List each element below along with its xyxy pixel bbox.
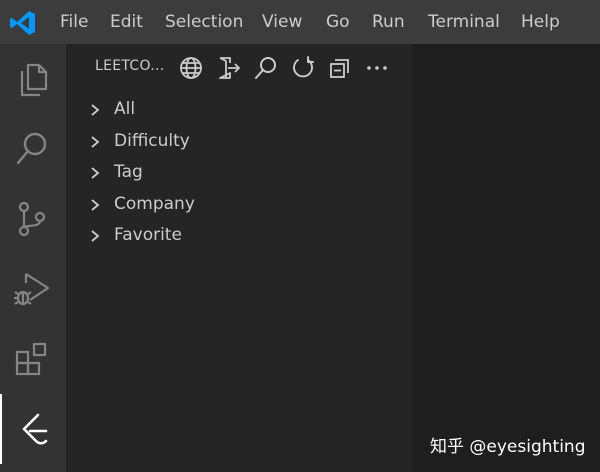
activity-explorer[interactable] [0,44,66,114]
sidebar-leetcode: LEETCO... All Difficulty Tag Company Fav… [66,44,412,472]
toolbar-search-button[interactable] [252,54,280,82]
collapse-all-icon [330,59,349,78]
menu-help[interactable]: Help [521,0,560,44]
files-icon [20,63,48,97]
tree-item-company[interactable]: Company [84,190,404,220]
title-bar: File Edit Selection View Go Run Terminal… [0,0,600,44]
toolbar-more-button[interactable] [363,54,391,82]
tree-item-favorite[interactable]: Favorite [84,221,404,251]
tree-item-label: Difficulty [114,131,190,151]
chevron-right-icon [91,199,100,211]
tree-item-label: Tag [114,162,143,182]
leetcode-icon [22,413,48,445]
toolbar-collapse-all-button[interactable] [326,54,354,82]
source-control-icon [18,201,46,237]
search-icon [255,57,276,79]
more-icon [367,66,387,70]
chevron-right-icon [91,167,100,179]
extensions-icon [15,342,47,376]
tree-item-all[interactable]: All [84,95,404,125]
tree-item-label: All [114,99,136,119]
activity-source-control[interactable] [0,184,66,254]
toolbar-globe-button[interactable] [177,54,205,82]
run-debug-icon [14,273,50,306]
menu-file[interactable]: File [60,0,88,44]
globe-icon [180,57,202,79]
activity-search[interactable] [0,114,66,184]
tree-item-tag[interactable]: Tag [84,158,404,188]
activity-run-debug[interactable] [0,254,66,324]
menu-run[interactable]: Run [372,0,405,44]
menu-terminal[interactable]: Terminal [428,0,500,44]
chevron-right-icon [91,136,100,148]
activity-leetcode[interactable] [0,394,66,464]
refresh-icon [293,56,314,78]
watermark-text: 知乎 @eyesighting [430,437,586,457]
search-icon [16,132,47,165]
toolbar-refresh-button[interactable] [289,54,317,82]
chevron-right-icon [91,104,100,116]
menu-view[interactable]: View [262,0,302,44]
sign-out-icon [219,57,240,79]
chevron-right-icon [91,230,100,242]
editor-area [412,44,600,472]
tree-item-label: Company [114,194,195,214]
menu-selection[interactable]: Selection [165,0,243,44]
tree-item-label: Favorite [114,225,182,245]
menu-edit[interactable]: Edit [110,0,143,44]
activity-extensions[interactable] [0,324,66,394]
sidebar-title: LEETCO... [95,58,165,74]
menu-go[interactable]: Go [326,0,350,44]
activity-bar [0,44,66,472]
tree-item-difficulty[interactable]: Difficulty [84,127,404,157]
vscode-logo-icon [10,11,35,35]
toolbar-sign-out-button[interactable] [215,54,243,82]
